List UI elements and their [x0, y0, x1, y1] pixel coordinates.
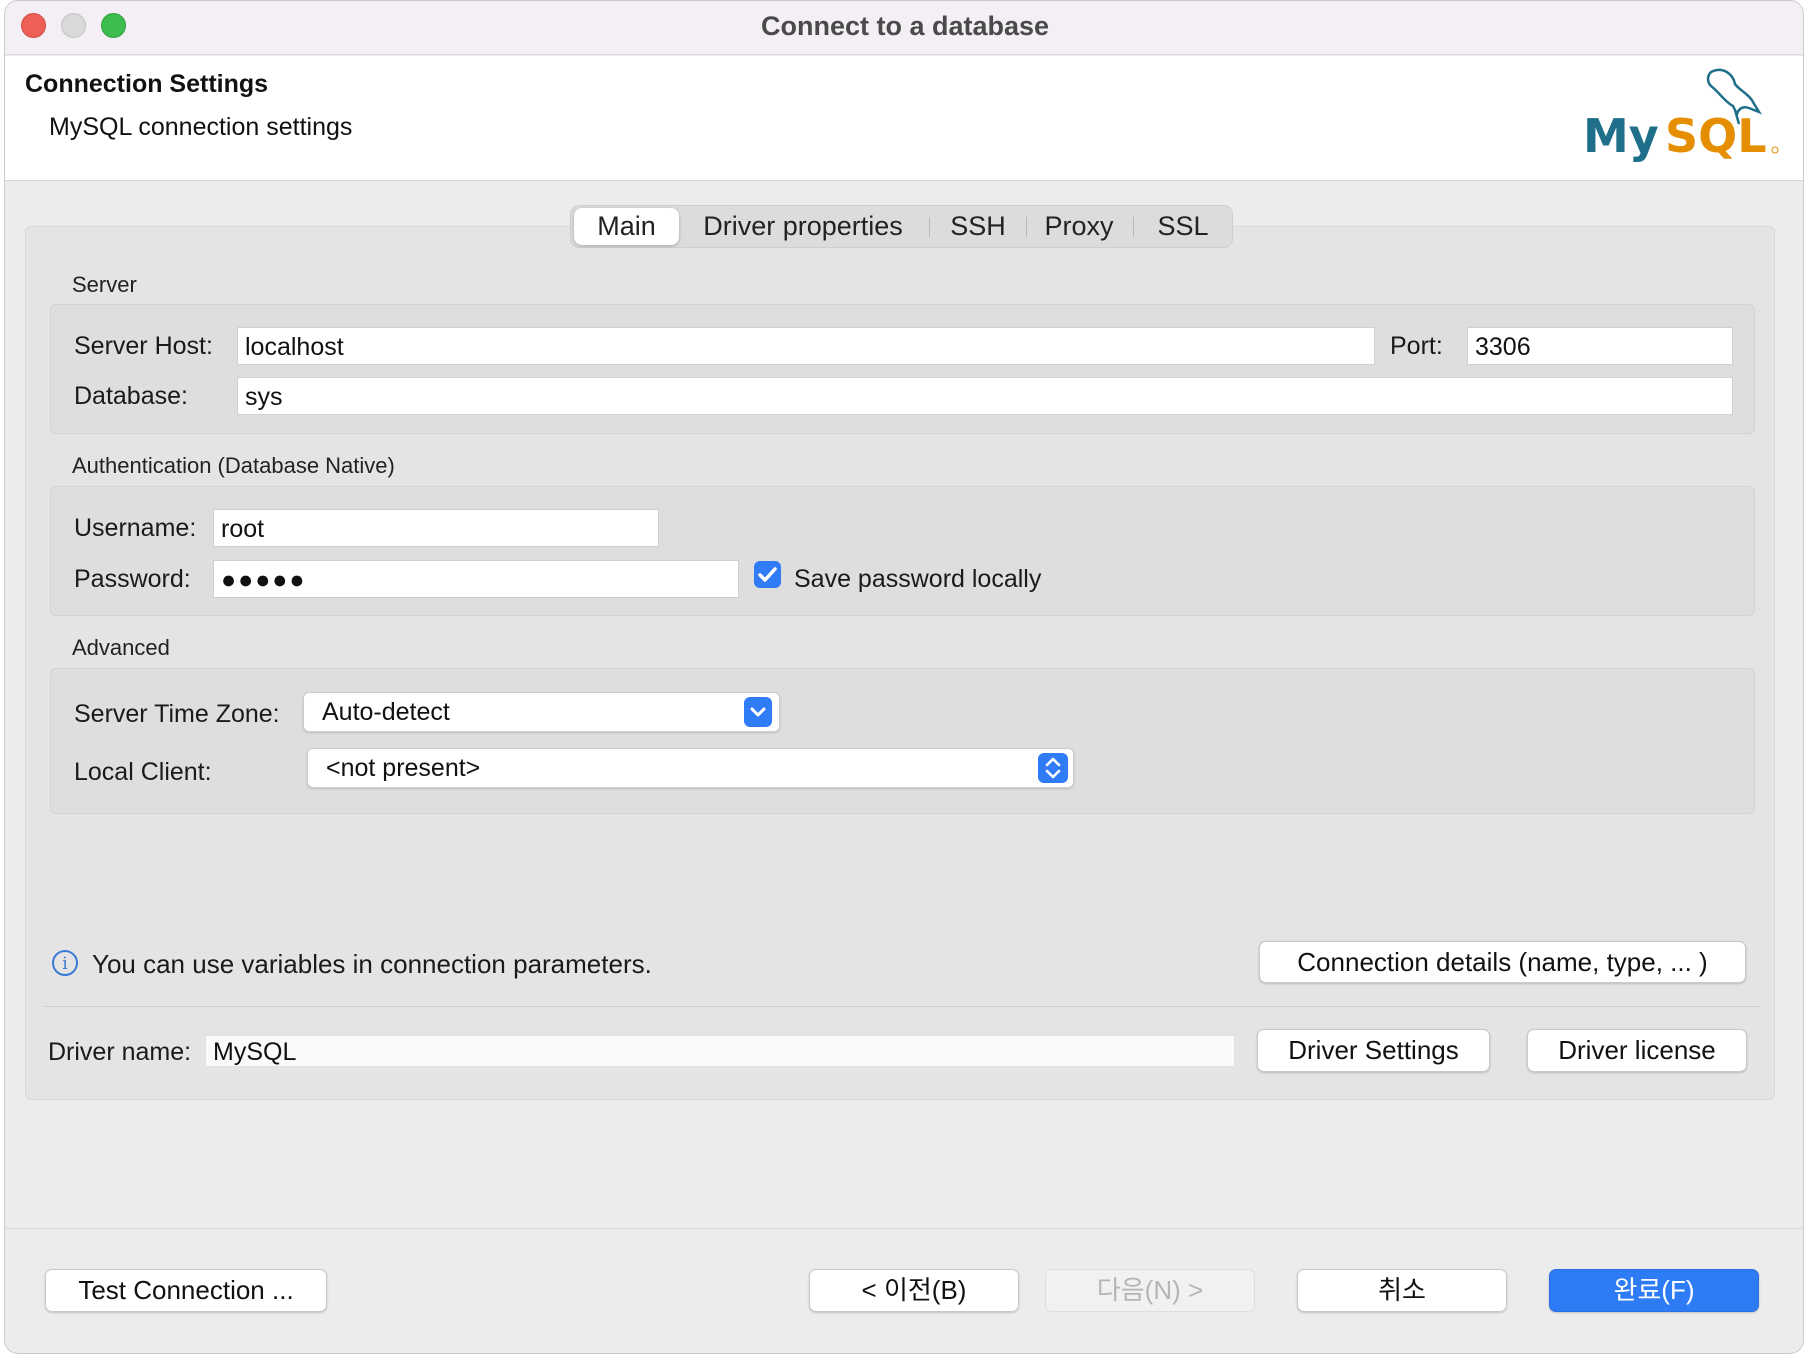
- page-subtitle: MySQL connection settings: [49, 113, 353, 141]
- username-input[interactable]: root: [213, 509, 659, 547]
- advanced-group-label: Advanced: [72, 635, 170, 660]
- mysql-logo: My SQL: [1583, 62, 1783, 172]
- checkmark-icon: [758, 567, 777, 582]
- local-client-value: <not present>: [326, 754, 481, 782]
- connection-details-button[interactable]: Connection details (name, type, ... ): [1259, 941, 1746, 983]
- server-timezone-select[interactable]: Auto-detect: [303, 692, 780, 732]
- local-client-label: Local Client:: [74, 758, 212, 786]
- server-host-label: Server Host:: [74, 332, 213, 360]
- advanced-group: [50, 668, 1755, 814]
- database-label: Database:: [74, 382, 188, 410]
- back-button[interactable]: < 이전(B): [809, 1269, 1019, 1312]
- header-banner: Connection Settings MySQL connection set…: [5, 56, 1803, 181]
- driver-settings-button[interactable]: Driver Settings: [1257, 1029, 1490, 1072]
- finish-button[interactable]: 완료(F): [1549, 1269, 1759, 1312]
- tab-main[interactable]: Main: [574, 208, 679, 245]
- next-button[interactable]: 다음(N) >: [1045, 1269, 1255, 1312]
- password-input[interactable]: ●●●●●: [213, 560, 739, 598]
- variables-info-text: You can use variables in connection para…: [92, 949, 652, 979]
- tab-separator: [929, 217, 930, 237]
- save-password-label[interactable]: Save password locally: [794, 565, 1041, 594]
- driver-name-label: Driver name:: [48, 1038, 192, 1066]
- password-label: Password:: [74, 565, 191, 593]
- tab-driver-properties[interactable]: Driver properties: [683, 206, 923, 247]
- auth-group-label: Authentication (Database Native): [72, 453, 395, 478]
- username-label: Username:: [74, 514, 197, 542]
- tab-ssh[interactable]: SSH: [933, 206, 1023, 247]
- tab-proxy[interactable]: Proxy: [1031, 206, 1127, 247]
- svg-text:SQL: SQL: [1665, 109, 1767, 163]
- title-bar: Connect to a database: [5, 1, 1803, 55]
- divider: [44, 1006, 1760, 1007]
- tab-bar: Main Driver properties SSH Proxy SSL: [570, 205, 1233, 248]
- tab-separator: [1133, 217, 1134, 237]
- server-host-input[interactable]: localhost: [237, 327, 1375, 365]
- server-timezone-label: Server Time Zone:: [74, 700, 280, 728]
- up-down-chevron-icon: [1038, 753, 1068, 783]
- page-title: Connection Settings: [25, 70, 269, 98]
- tab-ssl[interactable]: SSL: [1138, 206, 1228, 247]
- footer-divider: [5, 1228, 1803, 1229]
- server-timezone-value: Auto-detect: [322, 698, 450, 726]
- port-label: Port:: [1390, 332, 1443, 360]
- chevron-down-icon: [744, 697, 772, 727]
- driver-name-field: MySQL: [205, 1035, 1235, 1067]
- local-client-select[interactable]: <not present>: [307, 748, 1074, 788]
- tab-separator: [1026, 217, 1027, 237]
- port-input[interactable]: 3306: [1467, 327, 1733, 365]
- database-input[interactable]: sys: [237, 377, 1733, 415]
- svg-text:My: My: [1583, 109, 1659, 163]
- server-group-label: Server: [72, 272, 137, 297]
- cancel-button[interactable]: 취소: [1297, 1269, 1507, 1312]
- test-connection-button[interactable]: Test Connection ...: [45, 1269, 327, 1312]
- driver-license-button[interactable]: Driver license: [1527, 1029, 1747, 1072]
- save-password-checkbox[interactable]: [754, 561, 781, 588]
- window-title: Connect to a database: [760, 11, 1050, 41]
- info-icon: i: [52, 950, 78, 976]
